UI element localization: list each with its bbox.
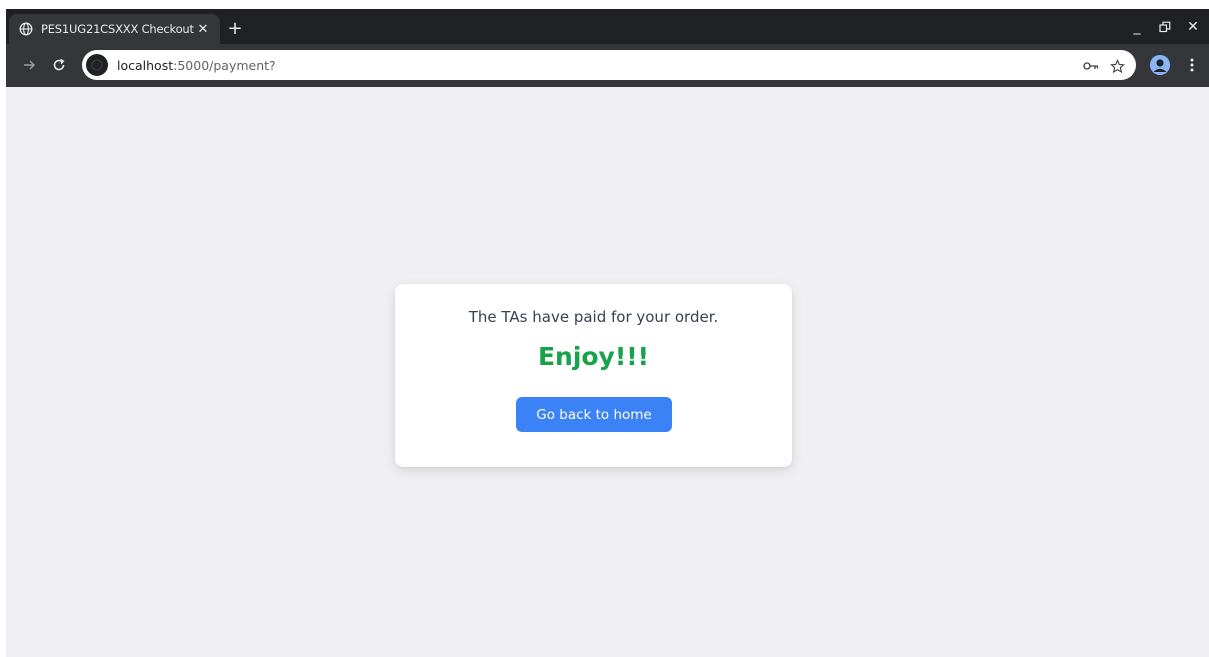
address-bar[interactable]: localhost:5000/payment? [82, 50, 1136, 80]
tab-title: PES1UG21CSXXX Checkout [41, 22, 194, 36]
menu-dots-icon[interactable] [1182, 55, 1202, 75]
new-tab-button[interactable]: + [224, 17, 246, 39]
arrow-right-icon [24, 60, 35, 70]
tab-close-icon[interactable]: ✕ [194, 20, 212, 38]
browser-toolbar: localhost:5000/payment? [6, 44, 1209, 87]
tab-strip: PES1UG21CSXXX Checkout ✕ + _ ✕ [6, 9, 1209, 44]
minimize-button[interactable]: _ [1127, 17, 1147, 37]
reload-icon [53, 58, 65, 71]
close-window-button[interactable]: ✕ [1183, 17, 1203, 37]
site-info-icon[interactable] [86, 54, 108, 76]
key-icon[interactable] [1082, 57, 1100, 75]
bookmark-star-icon[interactable] [1108, 57, 1126, 75]
url-path: :5000/payment? [173, 57, 276, 73]
tab-checkout[interactable]: PES1UG21CSXXX Checkout ✕ [9, 14, 220, 44]
forward-button[interactable] [18, 54, 40, 76]
restore-icon [1159, 21, 1171, 33]
payment-confirmation-card: The TAs have paid for your order. Enjoy!… [395, 284, 792, 467]
restore-button[interactable] [1155, 17, 1175, 37]
payment-message: The TAs have paid for your order. [468, 308, 719, 326]
reload-button[interactable] [48, 54, 70, 76]
enjoy-heading: Enjoy!!! [537, 342, 650, 371]
globe-icon [19, 22, 33, 36]
url-host: localhost [117, 57, 174, 73]
profile-avatar-icon[interactable] [1150, 55, 1170, 75]
page-content: The TAs have paid for your order. Enjoy!… [6, 87, 1209, 657]
browser-window: PES1UG21CSXXX Checkout ✕ + _ ✕ localhost… [6, 9, 1209, 657]
url-text: localhost:5000/payment? [117, 58, 276, 73]
go-back-home-button[interactable]: Go back to home [516, 397, 672, 432]
